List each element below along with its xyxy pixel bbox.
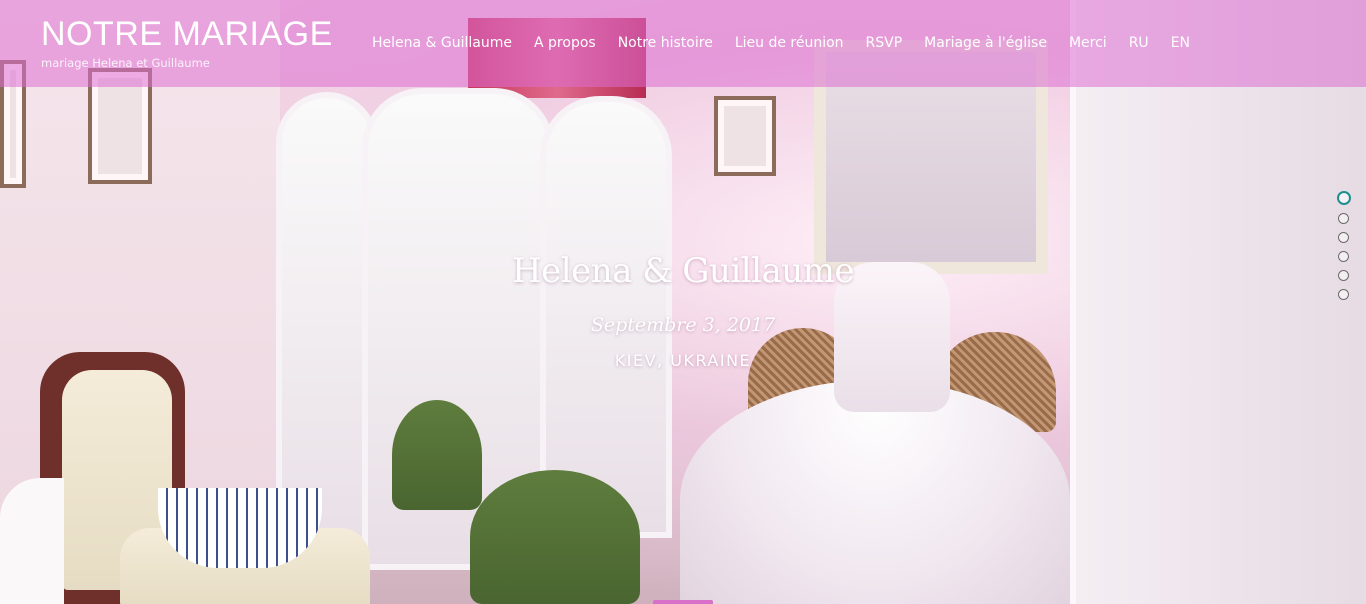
hero-date: Septembre 3, 2017 [590, 314, 776, 336]
main-nav: Helena & Guillaume A propos Notre histoi… [361, 31, 1201, 55]
brand-subtitle: mariage Helena et Guillaume [41, 56, 210, 70]
section-dot[interactable] [1338, 232, 1349, 243]
section-dot[interactable] [1338, 213, 1349, 224]
wedding-dress-skirt [680, 380, 1070, 604]
section-dot[interactable] [1338, 289, 1349, 300]
nav-item-merci[interactable]: Merci [1058, 31, 1118, 55]
section-dot[interactable] [1338, 251, 1349, 262]
hero-section: NOTRE MARIAGE mariage Helena et Guillaum… [0, 0, 1366, 604]
section-dots [1337, 191, 1351, 300]
top-navbar: NOTRE MARIAGE mariage Helena et Guillaum… [0, 0, 1366, 87]
nav-item-lang-en[interactable]: EN [1160, 31, 1201, 55]
hero-location: KIEV, UKRAINE [614, 351, 752, 370]
french-door [1070, 0, 1366, 604]
nav-item-helena-guillaume[interactable]: Helena & Guillaume [361, 31, 523, 55]
nav-item-notre-histoire[interactable]: Notre histoire [607, 31, 724, 55]
nav-item-rsvp[interactable]: RSVP [855, 31, 914, 55]
nav-item-mariage-eglise[interactable]: Mariage à l'église [913, 31, 1058, 55]
hero-text: Helena & Guillaume Septembre 3, 2017 KIE… [383, 248, 983, 372]
nav-item-a-propos[interactable]: A propos [523, 31, 607, 55]
brand-title[interactable]: NOTRE MARIAGE [41, 12, 333, 56]
nav-item-lang-ru[interactable]: RU [1118, 31, 1160, 55]
green-stool [470, 470, 640, 604]
porcelain-bowl [158, 488, 322, 568]
sink [0, 478, 64, 604]
section-dot[interactable] [1338, 270, 1349, 281]
section-dot[interactable] [1337, 191, 1351, 205]
green-stool-back [392, 400, 482, 510]
wall-frame-center [714, 96, 776, 176]
nav-item-lieu-de-reunion[interactable]: Lieu de réunion [724, 31, 855, 55]
brand[interactable]: NOTRE MARIAGE mariage Helena et Guillaum… [41, 12, 333, 70]
scroll-indicator[interactable] [653, 600, 713, 604]
hero-names: Helena & Guillaume [511, 251, 855, 291]
